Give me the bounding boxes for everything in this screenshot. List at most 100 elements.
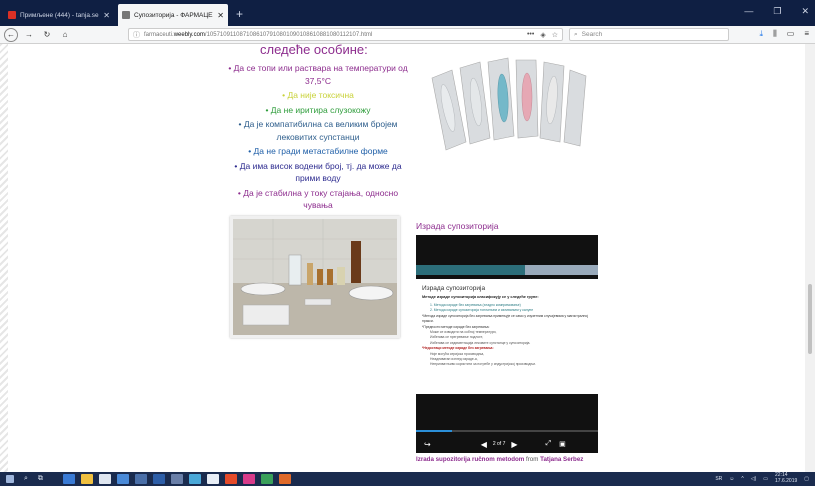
app-icon[interactable]: [278, 474, 291, 484]
info-icon[interactable]: ⓘ: [133, 30, 140, 40]
volume-icon[interactable]: ◁): [751, 476, 757, 482]
next-slide-icon[interactable]: ▶: [511, 440, 517, 449]
slide-disadvantage: Неприхватљиво користити за потребе у инд…: [430, 362, 536, 367]
list-item: • Да има висок водени број, тј. да може …: [234, 160, 402, 184]
tray-expand-icon[interactable]: ^: [741, 476, 743, 482]
lab-equipment-illustration: [233, 219, 397, 335]
pocket-icon[interactable]: ◈: [540, 31, 545, 39]
back-icon[interactable]: ←: [4, 27, 18, 42]
windows-taskbar: ⌕ ⧉ SR ☺ ^ ◁) ▭ 22:14 17.6.2019 ▢: [0, 472, 815, 486]
window-controls: — ❐ ✕: [744, 6, 809, 17]
clock[interactable]: 22:14 17.6.2019: [775, 472, 798, 484]
list-item: • Да је компатибилна са великим бројем л…: [238, 119, 398, 142]
decorative-border: [0, 44, 8, 472]
scrollbar-thumb[interactable]: [808, 284, 812, 354]
page-scrollbar[interactable]: [805, 44, 815, 472]
property-4: Да не гради метастабилне форме: [253, 146, 388, 156]
menu-icon[interactable]: ≡: [804, 29, 809, 39]
app-icon[interactable]: [152, 474, 165, 484]
new-tab-button[interactable]: +: [236, 7, 243, 21]
property-1: Да није токсична: [287, 90, 354, 100]
caption-link[interactable]: Izrada supozitorija ručnom metodom: [416, 456, 524, 463]
file-explorer-icon[interactable]: [80, 474, 93, 484]
tab-title: Примљене (444) - tanja.serbe: [20, 11, 100, 19]
list-item: • Да не гради метастабилне форме: [248, 146, 388, 156]
slide-controls: ↪ ◀ 2 of 7 ▶ ⤢ ▣: [416, 435, 598, 453]
search-placeholder: Search: [581, 31, 603, 38]
close-window-icon[interactable]: ✕: [801, 6, 809, 17]
share-icon[interactable]: ↪: [424, 440, 431, 449]
linkedin-icon[interactable]: ▣: [559, 440, 566, 448]
property-5: Да има висок водени број, тј. да може да…: [239, 160, 402, 184]
slide-heading: Израда супозиторија: [422, 285, 486, 292]
slideshow-embed[interactable]: Израда супозиторија Методе израде супози…: [416, 235, 598, 453]
system-tray: SR ☺ ^ ◁) ▭ 22:14 17.6.2019 ▢: [715, 472, 809, 484]
app-icon[interactable]: [206, 474, 219, 484]
list-item: • Да је стабилна у току стајања, односно…: [237, 187, 399, 211]
page-content: следеће особине: • Да се топи или раства…: [0, 42, 815, 472]
maximize-icon[interactable]: ❐: [773, 6, 781, 17]
caption-from: from: [526, 456, 539, 463]
people-icon[interactable]: ☺: [729, 476, 734, 482]
app-icon[interactable]: [188, 474, 201, 484]
close-tab-icon[interactable]: ✕: [103, 11, 110, 20]
suppository-packs: [431, 57, 587, 151]
slide-progress-fill: [416, 430, 453, 432]
browser-tab-bar: Примљене (444) - tanja.serbe ✕ Супозитор…: [0, 0, 815, 26]
forward-icon[interactable]: →: [22, 28, 36, 42]
reload-icon[interactable]: ↻: [40, 28, 54, 42]
previous-slide-icon[interactable]: ◀: [481, 440, 487, 449]
close-tab-icon[interactable]: ✕: [217, 11, 224, 20]
search-icon: ⌕: [574, 30, 578, 38]
minimize-icon[interactable]: —: [744, 6, 753, 17]
downloads-icon[interactable]: ⤓: [760, 29, 764, 39]
tab-inbox[interactable]: Примљене (444) - tanja.serbe ✕: [4, 4, 114, 26]
bookmark-star-icon[interactable]: ☆: [552, 31, 558, 39]
suppositories-image: [431, 57, 587, 151]
clock-date: 17.6.2019: [775, 477, 798, 484]
firefox-icon[interactable]: [224, 474, 237, 484]
notifications-icon[interactable]: ▢: [804, 476, 809, 482]
property-3: Да је компатибилна са великим бројем лек…: [243, 119, 398, 142]
calculator-icon[interactable]: [134, 474, 147, 484]
slide-subheading: Методе израде супозиторија класификују с…: [422, 295, 539, 299]
start-icon[interactable]: [6, 475, 14, 483]
url-bar[interactable]: ⓘ farmaceuti. weebly.com/1057109110871086…: [128, 28, 563, 41]
library-icon[interactable]: ⫼: [773, 29, 777, 39]
slide-content: Израда супозиторија Методе израде супози…: [416, 279, 598, 394]
list-item: • Да не иритира слузокожу: [265, 104, 371, 115]
sidebar-icon[interactable]: ▭: [787, 29, 795, 39]
search-taskbar-icon[interactable]: ⌕: [24, 475, 28, 483]
app-icon[interactable]: [260, 474, 273, 484]
url-host: weebly.com: [173, 31, 205, 38]
page-actions-icon[interactable]: •••: [527, 31, 534, 39]
list-item: • Да није токсична: [282, 90, 354, 100]
navigation-bar: ← → ↻ ⌂ ⓘ farmaceuti. weebly.com/10571091…: [0, 26, 815, 44]
gmail-icon: [8, 11, 16, 19]
store-icon[interactable]: [98, 474, 111, 484]
app-icon[interactable]: [242, 474, 255, 484]
section-title: Израда супозиторија: [416, 221, 499, 231]
app-icon[interactable]: [170, 474, 183, 484]
slide-note: *Метода израде супозиторија без загревањ…: [422, 313, 589, 324]
language-indicator[interactable]: SR: [715, 476, 722, 482]
tab-suppository[interactable]: Супозиторија - ФАРМАЦЕУТИ ✕: [118, 4, 228, 26]
slide-header-stripe: [416, 265, 598, 275]
toolbar-right: ⤓ ⫼ ▭ ≡: [760, 29, 809, 39]
url-prefix: farmaceuti.: [144, 31, 174, 38]
fullscreen-icon[interactable]: ⤢: [546, 440, 552, 448]
search-input[interactable]: ⌕ Search: [569, 28, 729, 41]
caption-author[interactable]: Tatjana Serbez: [540, 456, 583, 463]
slide-caption: Izrada supozitorija ručnom metodom from …: [416, 456, 583, 463]
slide-progress-bar[interactable]: [416, 430, 598, 432]
mail-icon[interactable]: [116, 474, 129, 484]
property-0: Да се топи или раствара на температури о…: [233, 63, 408, 86]
url-path: /105710911087108610791080109010861088108…: [204, 31, 373, 38]
lab-equipment-photo: [230, 216, 400, 338]
task-view-icon[interactable]: ⧉: [38, 475, 43, 483]
home-icon[interactable]: ⌂: [58, 28, 72, 42]
edge-icon[interactable]: [62, 474, 75, 484]
property-6: Да је стабилна у току стајања, односно ч…: [243, 187, 399, 211]
network-icon[interactable]: ▭: [763, 476, 768, 482]
property-2: Да не иритира слузокожу: [270, 104, 371, 115]
